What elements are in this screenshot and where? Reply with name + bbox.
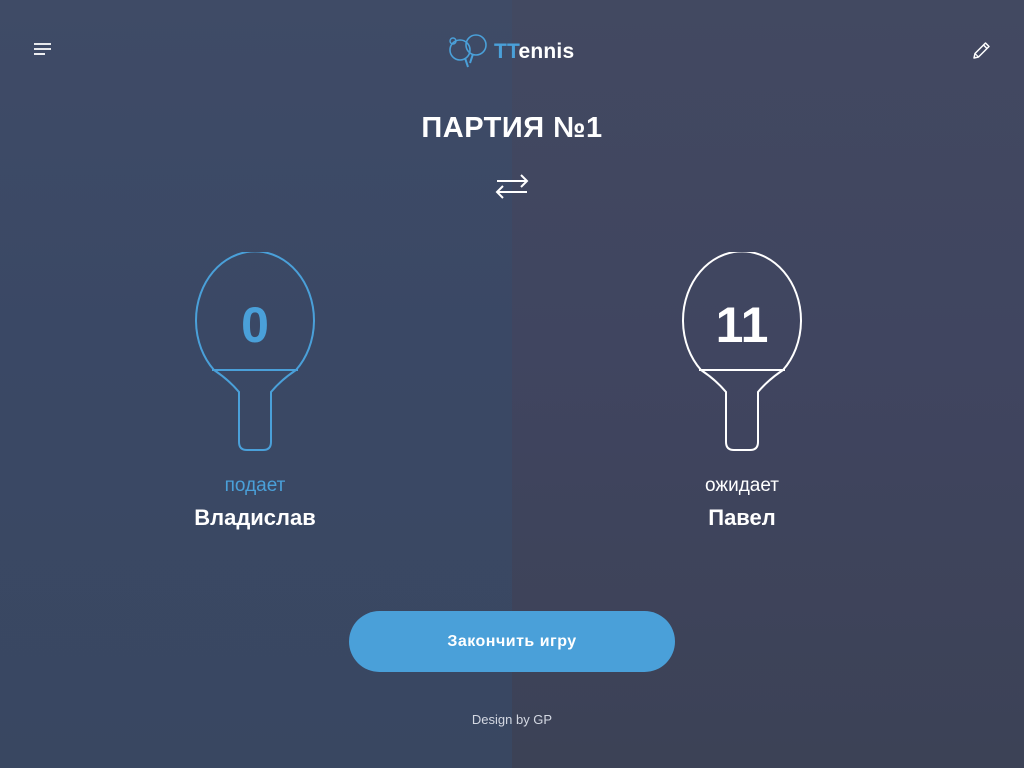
player-right-status: ожидает [705, 475, 779, 496]
app-name-rest: ennis [518, 40, 575, 63]
pencil-icon [973, 42, 990, 59]
hamburger-menu-icon [34, 43, 51, 55]
design-credit: Design by GP [471, 712, 553, 727]
edit-button[interactable] [968, 38, 994, 64]
menu-button[interactable] [30, 38, 54, 60]
player-left-paddle[interactable]: 0 [135, 252, 375, 457]
player-right-name: Павел [708, 505, 776, 530]
app-name-tt: TT [494, 40, 519, 63]
player-left-score: 0 [241, 297, 269, 353]
paddle-icon [682, 252, 802, 451]
player-right: 11 ожидает Павел [622, 252, 862, 542]
end-game-button[interactable]: Закончить игру [349, 611, 675, 672]
ping-pong-paddles-icon [449, 34, 487, 68]
swap-arrows-icon [495, 174, 529, 199]
player-left: 0 подает Владислав [135, 252, 375, 542]
paddle-icon [195, 252, 315, 451]
app-logo: TTennis [446, 32, 586, 72]
player-right-score: 11 [715, 297, 769, 353]
player-right-paddle[interactable]: 11 [622, 252, 862, 457]
player-left-status: подает [224, 475, 286, 496]
player-left-name: Владислав [194, 505, 316, 530]
game-title: ПАРТИЯ №1 [421, 112, 603, 144]
swap-players-button[interactable] [492, 168, 532, 204]
app-name: TTennis [494, 40, 574, 64]
